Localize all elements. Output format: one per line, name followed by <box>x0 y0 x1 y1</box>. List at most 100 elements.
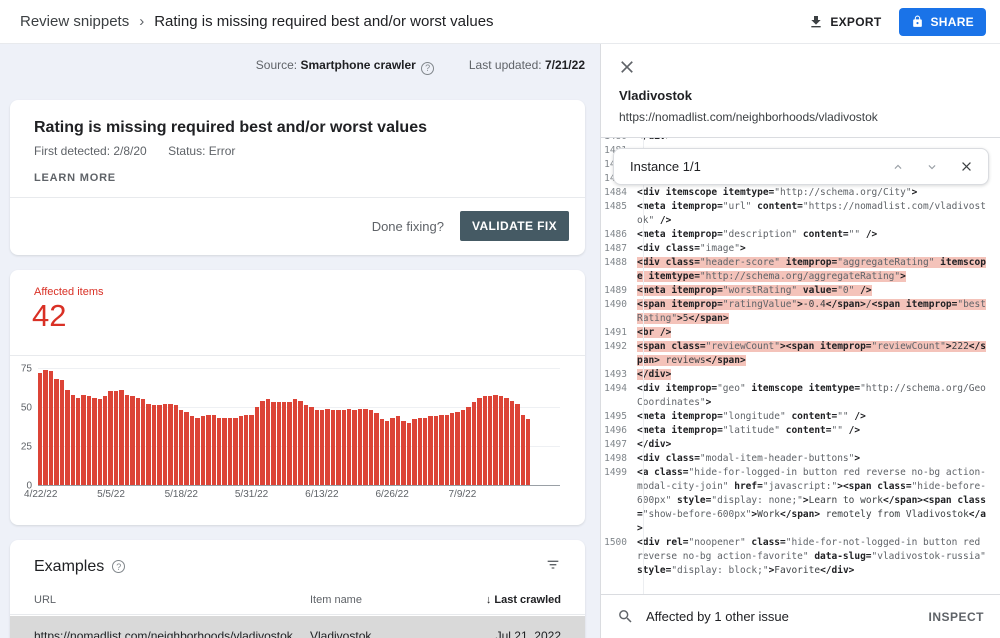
chart-bar[interactable] <box>374 413 379 485</box>
chart-bar[interactable] <box>238 416 244 485</box>
chart-bar[interactable] <box>482 396 488 485</box>
chart-bar[interactable] <box>189 416 195 485</box>
chart-bar[interactable] <box>184 411 189 485</box>
chart-bar[interactable] <box>406 422 412 485</box>
export-button[interactable]: EXPORT <box>808 14 881 30</box>
chart-bar[interactable] <box>363 408 368 485</box>
chart-bar[interactable] <box>428 416 433 485</box>
chart-bar[interactable] <box>38 372 43 485</box>
chart-bar[interactable] <box>525 419 531 485</box>
chart-bar[interactable] <box>401 421 406 485</box>
chart-bar[interactable] <box>379 419 384 485</box>
chart-bar[interactable] <box>460 410 466 485</box>
learn-more-link[interactable]: LEARN MORE <box>34 172 116 184</box>
chart-bar[interactable] <box>43 369 48 485</box>
chart-bar[interactable] <box>254 407 260 485</box>
chart-bar[interactable] <box>444 414 450 485</box>
chart-bar[interactable] <box>422 417 428 485</box>
chart-bar[interactable] <box>54 378 59 485</box>
chart-bar[interactable] <box>48 371 54 485</box>
chart-bar[interactable] <box>433 416 439 485</box>
chart-bar[interactable] <box>352 410 357 485</box>
chart-bar[interactable] <box>233 417 238 485</box>
chart-bar[interactable] <box>395 416 401 485</box>
chart-bar[interactable] <box>276 402 281 485</box>
chart-bar[interactable] <box>206 414 211 485</box>
chart-bar[interactable] <box>151 405 157 485</box>
breadcrumb-parent-link[interactable]: Review snippets <box>20 13 129 30</box>
chart-bar[interactable] <box>222 417 227 485</box>
chart-bar[interactable] <box>260 400 265 485</box>
inspect-button[interactable]: INSPECT <box>928 610 984 624</box>
chart-bar[interactable] <box>439 414 444 485</box>
chart-bar[interactable] <box>157 405 162 485</box>
chart-bar[interactable] <box>65 389 70 485</box>
chart-bar[interactable] <box>265 399 271 485</box>
chevron-up-icon[interactable] <box>891 160 905 174</box>
chart-bar[interactable] <box>341 410 347 485</box>
chart-bar[interactable] <box>477 397 482 485</box>
chart-bar[interactable] <box>97 399 103 485</box>
chart-bar[interactable] <box>325 408 330 485</box>
filter-icon[interactable] <box>545 556 561 577</box>
chart-bar[interactable] <box>498 396 504 485</box>
chart-bar[interactable] <box>319 410 325 485</box>
share-button[interactable]: SHARE <box>899 7 986 36</box>
help-icon[interactable]: ? <box>421 61 435 75</box>
chart-bar[interactable] <box>70 394 75 485</box>
chart-bar[interactable] <box>81 394 86 485</box>
chart-bar[interactable] <box>86 396 92 485</box>
affected-items-chart[interactable]: 0 25 50 75 4/22/22 5/5/22 5/18/22 5/31/22 6/13/… <box>21 364 560 500</box>
chart-bar[interactable] <box>466 407 471 485</box>
column-url[interactable]: URL <box>34 594 56 606</box>
chart-bar[interactable] <box>493 394 498 485</box>
chart-bar[interactable] <box>509 400 515 485</box>
close-instance-icon[interactable] <box>959 159 974 174</box>
chart-bar[interactable] <box>412 419 417 485</box>
chart-bar[interactable] <box>298 400 303 485</box>
chart-bar[interactable] <box>119 389 124 485</box>
chart-bar[interactable] <box>309 407 314 485</box>
chart-bar[interactable] <box>195 417 200 485</box>
table-row[interactable]: https://nomadlist.com/neighborhoods/vlad… <box>10 616 585 638</box>
chart-bars[interactable] <box>38 368 531 485</box>
chart-bar[interactable] <box>314 410 319 485</box>
chart-bar[interactable] <box>146 403 151 485</box>
chart-bar[interactable] <box>216 417 222 485</box>
chart-bar[interactable] <box>244 414 249 485</box>
chart-bar[interactable] <box>303 405 309 485</box>
chart-bar[interactable] <box>357 408 363 485</box>
chart-bar[interactable] <box>249 414 254 485</box>
chart-bar[interactable] <box>108 391 113 485</box>
chart-bar[interactable] <box>292 399 298 485</box>
chart-bar[interactable] <box>368 410 374 485</box>
chart-bar[interactable] <box>281 402 287 485</box>
chart-bar[interactable] <box>488 396 493 485</box>
chart-bar[interactable] <box>390 417 395 485</box>
column-item-name[interactable]: Item name <box>310 594 362 606</box>
chart-bar[interactable] <box>385 421 390 485</box>
help-icon[interactable]: ? <box>112 560 126 573</box>
chart-bar[interactable] <box>59 380 65 485</box>
chart-bar[interactable] <box>471 402 477 485</box>
chart-bar[interactable] <box>520 414 525 485</box>
chart-bar[interactable] <box>336 410 341 485</box>
chart-bar[interactable] <box>271 402 276 485</box>
chart-bar[interactable] <box>211 414 216 485</box>
chart-bar[interactable] <box>455 411 460 485</box>
chart-bar[interactable] <box>330 410 336 485</box>
chart-bar[interactable] <box>124 394 130 485</box>
chevron-down-icon[interactable] <box>925 160 939 174</box>
chart-bar[interactable] <box>103 396 108 485</box>
validate-fix-button[interactable]: VALIDATE FIX <box>459 211 569 241</box>
chart-bar[interactable] <box>347 408 352 485</box>
chart-bar[interactable] <box>178 410 184 485</box>
chart-bar[interactable] <box>168 403 173 485</box>
chart-bar[interactable] <box>92 397 97 485</box>
chart-bar[interactable] <box>504 397 509 485</box>
chart-bar[interactable] <box>113 391 119 485</box>
chart-bar[interactable] <box>75 397 81 485</box>
chart-bar[interactable] <box>287 402 292 485</box>
chart-bar[interactable] <box>130 396 135 485</box>
chart-bar[interactable] <box>200 416 206 485</box>
